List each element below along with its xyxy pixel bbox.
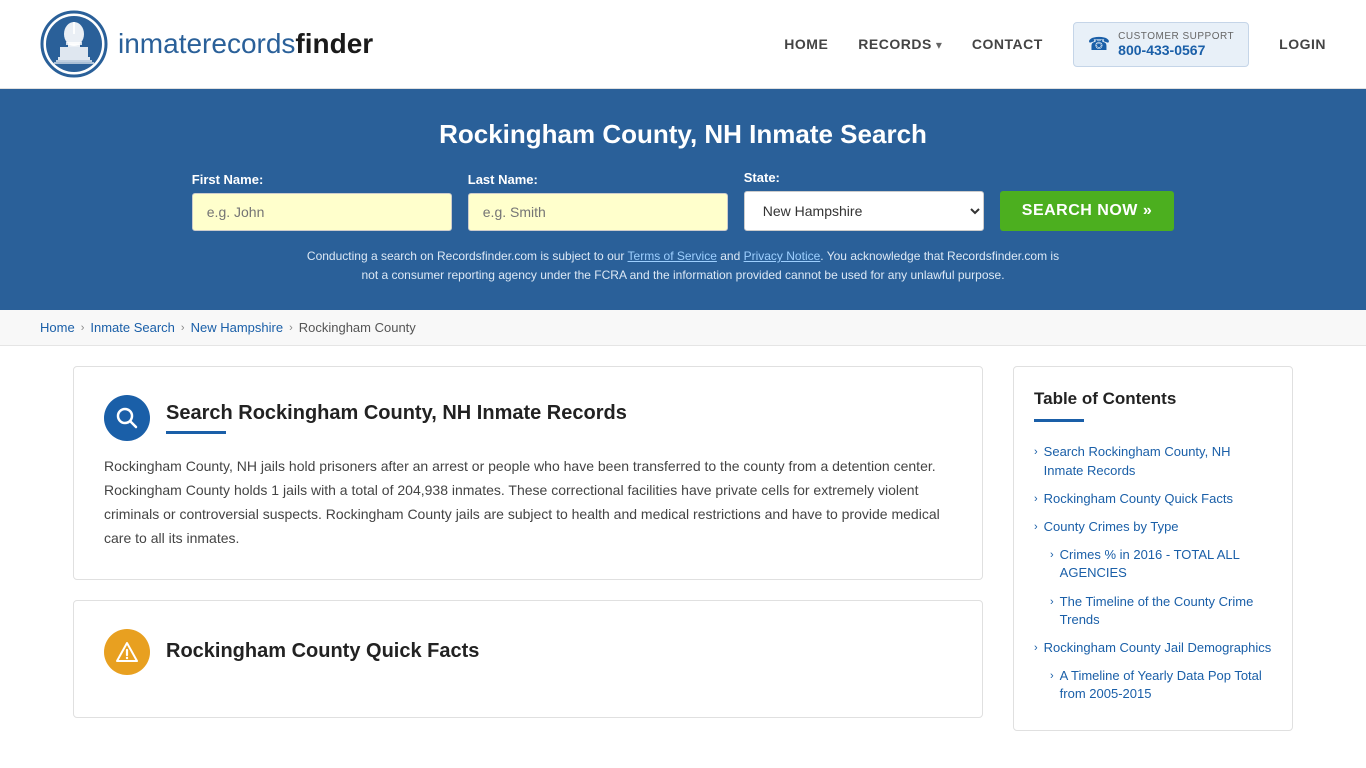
nav-contact[interactable]: CONTACT: [972, 36, 1043, 52]
toc-chevron-icon-2: ›: [1034, 520, 1038, 535]
toc-list: › Search Rockingham County, NH Inmate Rec…: [1034, 438, 1272, 708]
first-name-input[interactable]: [192, 193, 452, 231]
section-title-underline: [166, 431, 226, 434]
search-hero: Rockingham County, NH Inmate Search Firs…: [0, 89, 1366, 310]
toc-item-label-2: County Crimes by Type: [1044, 518, 1179, 536]
header: inmaterecordsfinder HOME RECORDS CONTACT…: [0, 0, 1366, 89]
content-right: Table of Contents › Search Rockingham Cou…: [1013, 366, 1293, 731]
toc-item-1[interactable]: › Rockingham County Quick Facts: [1034, 485, 1272, 513]
inmate-records-card: Search Rockingham County, NH Inmate Reco…: [73, 366, 983, 579]
search-now-button[interactable]: SEARCH NOW »: [1000, 191, 1174, 231]
breadcrumb-new-hampshire[interactable]: New Hampshire: [191, 320, 283, 335]
toc-item-label-6: A Timeline of Yearly Data Pop Total from…: [1060, 667, 1272, 703]
toc-item-label-4: The Timeline of the County Crime Trends: [1060, 593, 1272, 629]
records-chevron-down-icon: [936, 36, 942, 52]
support-label: CUSTOMER SUPPORT: [1118, 31, 1234, 42]
content-left: Search Rockingham County, NH Inmate Reco…: [73, 366, 1013, 731]
breadcrumb-sep-2: ›: [181, 322, 185, 334]
search-section-icon: [104, 395, 150, 441]
toc-item-6[interactable]: › A Timeline of Yearly Data Pop Total fro…: [1034, 662, 1272, 708]
toc-item-4[interactable]: › The Timeline of the County Crime Trends: [1034, 588, 1272, 634]
logo-text-regular: inmaterecords: [118, 28, 295, 59]
state-label: State:: [744, 170, 780, 185]
main-nav: HOME RECORDS CONTACT ☎ CUSTOMER SUPPORT …: [784, 22, 1326, 67]
logo-text-wrap: inmaterecordsfinder: [118, 28, 373, 60]
toc-chevron-icon-3: ›: [1050, 548, 1054, 563]
support-text-area: CUSTOMER SUPPORT 800-433-0567: [1118, 31, 1234, 58]
toc-chevron-icon-1: ›: [1034, 492, 1038, 507]
toc-item-label-0: Search Rockingham County, NH Inmate Reco…: [1044, 443, 1272, 479]
toc-item-label-3: Crimes % in 2016 - TOTAL ALL AGENCIES: [1060, 546, 1272, 582]
search-form: First Name: Last Name: State: New Hampsh…: [40, 170, 1326, 231]
breadcrumb-sep-1: ›: [81, 322, 85, 334]
privacy-notice-link[interactable]: Privacy Notice: [744, 249, 821, 263]
logo-icon: [40, 10, 108, 78]
quick-facts-header: Rockingham County Quick Facts: [104, 629, 952, 675]
breadcrumb-home[interactable]: Home: [40, 320, 75, 335]
support-phone-number: 800-433-0567: [1118, 42, 1234, 58]
toc-item-0[interactable]: › Search Rockingham County, NH Inmate Rec…: [1034, 438, 1272, 484]
toc-chevron-icon-0: ›: [1034, 445, 1038, 460]
toc-item-2[interactable]: › County Crimes by Type: [1034, 513, 1272, 541]
nav-records[interactable]: RECORDS: [858, 36, 932, 52]
main-content: Search Rockingham County, NH Inmate Reco…: [33, 346, 1333, 751]
first-name-label: First Name:: [192, 172, 264, 187]
nav-records-wrapper[interactable]: RECORDS: [858, 36, 942, 52]
toc-title: Table of Contents: [1034, 389, 1272, 409]
toc-divider: [1034, 419, 1084, 422]
logo-area: inmaterecordsfinder: [40, 10, 373, 78]
magnifying-glass-icon: [116, 407, 138, 429]
toc-chevron-icon-5: ›: [1034, 641, 1038, 656]
last-name-group: Last Name:: [468, 172, 728, 231]
hero-title: Rockingham County, NH Inmate Search: [40, 119, 1326, 150]
toc-chevron-icon-4: ›: [1050, 595, 1054, 610]
breadcrumb-sep-3: ›: [289, 322, 293, 334]
toc-item-3[interactable]: › Crimes % in 2016 - TOTAL ALL AGENCIES: [1034, 541, 1272, 587]
breadcrumb-current: Rockingham County: [299, 320, 416, 335]
toc-item-label-5: Rockingham County Jail Demographics: [1044, 639, 1272, 657]
inmate-records-title: Search Rockingham County, NH Inmate Reco…: [166, 402, 627, 425]
toc-card: Table of Contents › Search Rockingham Cou…: [1013, 366, 1293, 731]
logo-text-bold: finder: [295, 28, 373, 59]
toc-chevron-icon-6: ›: [1050, 669, 1054, 684]
last-name-label: Last Name:: [468, 172, 538, 187]
quick-facts-title-wrap: Rockingham County Quick Facts: [166, 640, 479, 663]
toc-item-5[interactable]: › Rockingham County Jail Demographics: [1034, 634, 1272, 662]
last-name-input[interactable]: [468, 193, 728, 231]
headphone-icon: ☎: [1088, 34, 1110, 55]
customer-support-button[interactable]: ☎ CUSTOMER SUPPORT 800-433-0567: [1073, 22, 1249, 67]
nav-login[interactable]: LOGIN: [1279, 36, 1326, 52]
first-name-group: First Name:: [192, 172, 452, 231]
warning-icon: [116, 641, 138, 663]
breadcrumb-inmate-search[interactable]: Inmate Search: [90, 320, 175, 335]
state-select[interactable]: New Hampshire Alabama Alaska California …: [744, 191, 984, 231]
quick-facts-card: Rockingham County Quick Facts: [73, 600, 983, 718]
quick-facts-icon: [104, 629, 150, 675]
state-group: State: New Hampshire Alabama Alaska Cali…: [744, 170, 984, 231]
inmate-records-header: Search Rockingham County, NH Inmate Reco…: [104, 395, 952, 441]
nav-home[interactable]: HOME: [784, 36, 828, 52]
breadcrumb: Home › Inmate Search › New Hampshire › R…: [0, 310, 1366, 346]
terms-of-service-link[interactable]: Terms of Service: [628, 249, 717, 263]
inmate-records-title-wrap: Search Rockingham County, NH Inmate Reco…: [166, 402, 627, 434]
inmate-records-body: Rockingham County, NH jails hold prisone…: [104, 455, 952, 550]
logo-brand-text: inmaterecordsfinder: [118, 28, 373, 59]
quick-facts-title: Rockingham County Quick Facts: [166, 640, 479, 663]
toc-item-label-1: Rockingham County Quick Facts: [1044, 490, 1233, 508]
disclaimer-text: Conducting a search on Recordsfinder.com…: [303, 247, 1063, 285]
